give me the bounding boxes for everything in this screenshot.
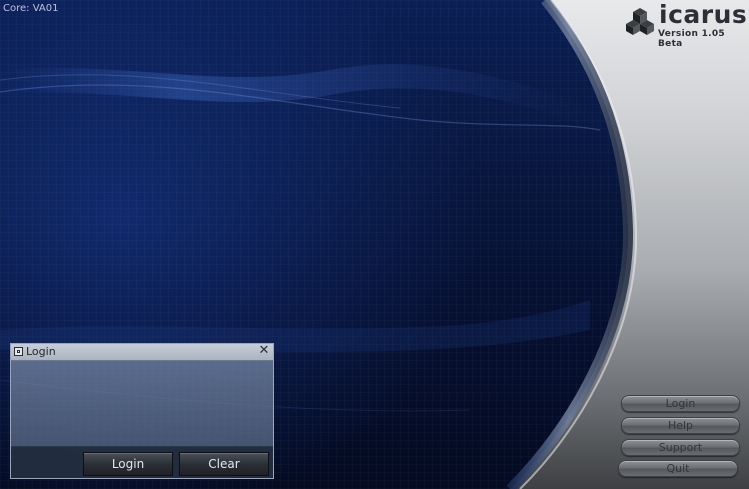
- login-button[interactable]: Login: [83, 452, 173, 476]
- login-dialog-title: Login: [26, 345, 56, 358]
- version-label: Version 1.05 Beta: [658, 29, 725, 49]
- close-icon[interactable]: ✕: [258, 343, 270, 358]
- login-titlebar[interactable]: Login ✕: [11, 343, 273, 361]
- brand-logo: icarus Version 1.05 Beta: [625, 0, 747, 49]
- nav-login-button[interactable]: Login: [621, 395, 740, 412]
- brand-name: icarus: [659, 0, 748, 29]
- clear-button[interactable]: Clear: [179, 452, 269, 476]
- login-dialog-body: [11, 361, 273, 446]
- nav-quit-button[interactable]: Quit: [618, 460, 738, 477]
- cube-cluster-icon: [626, 8, 654, 35]
- core-label: Core: VA01: [3, 3, 59, 14]
- window-menu-icon[interactable]: [14, 347, 23, 356]
- login-dialog: Login ✕ Login Clear: [10, 343, 274, 479]
- app-window: Core: VA01 icarus Version 1.05 Beta Logi…: [0, 0, 749, 489]
- nav-help-button[interactable]: Help: [621, 417, 740, 434]
- nav-support-button[interactable]: Support: [621, 439, 740, 456]
